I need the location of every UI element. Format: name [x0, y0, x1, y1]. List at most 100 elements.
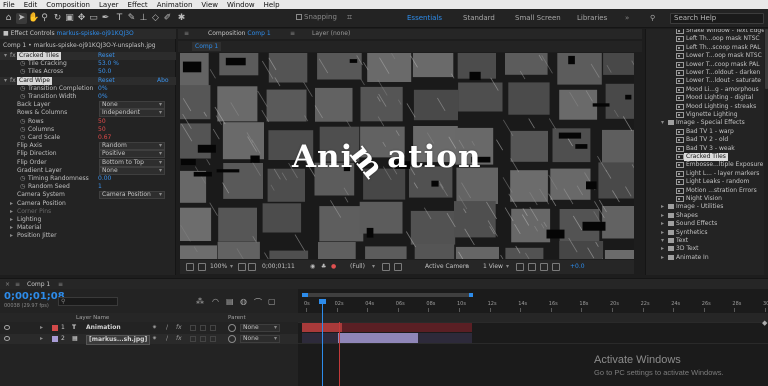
effect-cracked-tiles-name[interactable]: Cracked Tiles	[17, 52, 61, 60]
layer-2-bar[interactable]	[338, 333, 418, 343]
twirl-closed-icon[interactable]: ▸	[10, 216, 13, 224]
preset-folder[interactable]: ▸ Animate In	[646, 254, 768, 262]
effect-card-wipe-name[interactable]: Card Wipe	[17, 76, 52, 85]
menu-file[interactable]: File	[3, 1, 15, 9]
preset-item[interactable]: Lower T...coop mask PAL	[646, 61, 768, 69]
col-parent[interactable]: Parent	[228, 315, 246, 321]
work-area-start[interactable]	[302, 293, 308, 297]
property-select[interactable]: Bottom to Top	[99, 158, 165, 167]
layer-switch-box[interactable]	[210, 336, 216, 342]
layer-switch-box[interactable]	[190, 325, 196, 331]
fx-toggle-icon[interactable]: fx	[10, 52, 16, 60]
twirl-open-icon[interactable]: ▾	[4, 77, 7, 85]
fast-previews-icon[interactable]	[528, 263, 536, 271]
menu-animation[interactable]: Animation	[157, 1, 193, 9]
fit-icon[interactable]	[238, 263, 246, 271]
stopwatch-icon[interactable]: ◷	[20, 134, 25, 142]
clone-stamp-tool-icon[interactable]: ⊥	[138, 13, 149, 24]
animation-text-layer[interactable]: Animation	[292, 137, 482, 186]
fx-toggle-icon[interactable]: fx	[10, 77, 16, 85]
parent-select[interactable]: None	[240, 335, 280, 343]
preset-item[interactable]: Bad TV 2 - old	[646, 136, 768, 144]
puppet-tool-icon[interactable]: ✱	[176, 13, 187, 24]
property-value[interactable]: 50	[98, 126, 106, 134]
effects-switch-icon[interactable]: fx	[176, 323, 182, 333]
layer-name[interactable]: Animation	[86, 323, 121, 333]
twirl-open-icon[interactable]: ▾	[4, 52, 7, 60]
quality-switch-icon[interactable]: /	[166, 334, 168, 344]
workspace-small-screen[interactable]: Small Screen	[515, 14, 561, 22]
show-snapshot-icon[interactable]: ♣	[321, 260, 326, 274]
col-layer-name[interactable]: Layer Name	[76, 315, 109, 321]
parent-select[interactable]: None	[240, 324, 280, 332]
twirl-closed-icon[interactable]: ▸	[10, 200, 13, 208]
grid-icon[interactable]	[198, 263, 206, 271]
snap-options-icon[interactable]: ⌗	[344, 13, 355, 24]
table-row[interactable]: ▸ 1 T Animation ✷ / fx None	[0, 323, 298, 333]
menu-composition[interactable]: Composition	[46, 1, 90, 9]
graph-editor-icon[interactable]: ⌒	[254, 297, 262, 308]
property-value[interactable]: 53.0 %	[98, 60, 119, 68]
label-color-swatch[interactable]	[52, 336, 58, 342]
folder-closed-icon[interactable]: ▸	[661, 203, 664, 211]
snapshot-icon[interactable]: ◉	[310, 260, 315, 274]
layer-switch-box[interactable]	[210, 325, 216, 331]
guides-icon[interactable]	[248, 263, 256, 271]
current-time-handle[interactable]	[319, 299, 326, 304]
preset-item[interactable]: Light L... - layer markers	[646, 170, 768, 178]
composition-menu-icon[interactable]: ≡	[184, 29, 189, 39]
camera-tool-icon[interactable]: ▣	[64, 13, 75, 24]
property-select[interactable]: None	[99, 166, 165, 175]
composition-breadcrumb[interactable]: Comp 1	[192, 42, 222, 51]
folder-closed-icon[interactable]: ▸	[661, 229, 664, 237]
selection-tool-icon[interactable]: ➤	[16, 13, 27, 24]
effects-switch-icon[interactable]: fx	[176, 334, 182, 344]
hand-tool-icon[interactable]: ✋	[28, 13, 39, 24]
resolution-dropdown-icon[interactable]: ▾	[372, 260, 375, 274]
property-group-label[interactable]: Material	[17, 224, 41, 232]
twirl-closed-icon[interactable]: ▸	[10, 224, 13, 232]
workspace-overflow-icon[interactable]: »	[625, 14, 629, 22]
visibility-eye-icon[interactable]	[4, 336, 10, 341]
property-value[interactable]: 0.67	[98, 134, 111, 142]
twirl-closed-icon[interactable]: ▸	[10, 208, 13, 216]
effect-cracked-tiles-reset[interactable]: Reset	[98, 52, 115, 60]
resolution-select[interactable]: (Full)	[350, 260, 365, 274]
composition-lock-icon[interactable]	[194, 29, 202, 35]
property-value[interactable]: 0.00	[98, 175, 111, 183]
folder-closed-icon[interactable]: ▸	[661, 212, 664, 220]
pick-whip-icon[interactable]	[228, 324, 236, 332]
property-group-label[interactable]: Position Jitter	[17, 232, 57, 240]
preset-item[interactable]: Mood Lighting - digital	[646, 94, 768, 102]
property-value[interactable]: 0%	[98, 93, 108, 101]
preset-item[interactable]: Mood Li...g - amorphous	[646, 86, 768, 94]
composition-tab-menu-icon[interactable]: ≡	[290, 29, 295, 39]
menu-effect[interactable]: Effect	[128, 1, 148, 9]
property-value[interactable]: 50	[98, 118, 106, 126]
preset-folder[interactable]: ▾ Text	[646, 237, 768, 245]
3d-view-dropdown-icon[interactable]: ▾	[465, 260, 468, 274]
preset-item[interactable]: Motion ...stration Errors	[646, 187, 768, 195]
stopwatch-icon[interactable]: ◷	[20, 118, 25, 126]
folder-closed-icon[interactable]: ▸	[661, 245, 664, 253]
stopwatch-icon[interactable]: ◷	[20, 85, 25, 93]
pixel-aspect-icon[interactable]	[516, 263, 524, 271]
home-icon[interactable]: ⌂	[3, 13, 14, 24]
snapping-checkbox[interactable]	[296, 14, 302, 20]
shy-icon[interactable]: ◠	[212, 297, 219, 306]
tab-layer[interactable]: Layer (none)	[312, 29, 350, 39]
pan-behind-tool-icon[interactable]: ✥	[76, 13, 87, 24]
preset-folder[interactable]: ▸ Synthetics	[646, 229, 768, 237]
folder-open-icon[interactable]: ▾	[661, 237, 664, 245]
workspace-essentials[interactable]: Essentials	[407, 14, 442, 22]
quality-switch-icon[interactable]: /	[166, 323, 168, 333]
preset-item[interactable]: Lower T...oldout - darken	[646, 69, 768, 77]
effect-controls-tab[interactable]: ■ Effect Controls markus-spiske-oj91KQJ3…	[0, 29, 176, 39]
folder-closed-icon[interactable]: ▸	[661, 220, 664, 228]
property-value[interactable]: 50.0	[98, 68, 111, 76]
preset-item[interactable]: Lower T...oop mask NTSC	[646, 52, 768, 60]
search-help-input[interactable]: Search Help	[670, 13, 764, 24]
work-area-end[interactable]	[469, 293, 473, 297]
lock-icon[interactable]: ■	[3, 30, 11, 37]
tab-composition[interactable]: Composition Comp 1	[208, 29, 271, 39]
